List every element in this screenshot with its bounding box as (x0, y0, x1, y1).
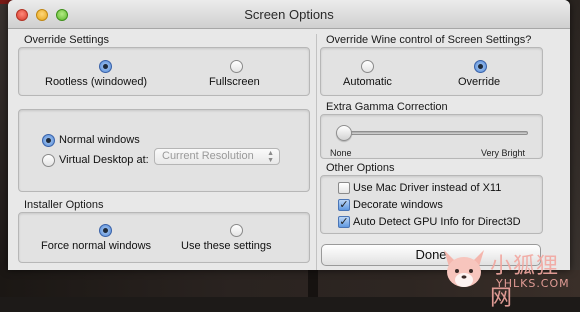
virtual-desktop-label[interactable]: Virtual Desktop at: (59, 154, 149, 166)
override-wine-label: Override Wine control of Screen Settings… (326, 34, 532, 46)
select-arrows-icon: ▲ ▼ (267, 150, 274, 164)
use-mac-driver-checkbox[interactable] (338, 182, 350, 194)
gamma-slider-knob[interactable] (336, 125, 352, 141)
normal-windows-radio[interactable] (42, 134, 55, 147)
override-settings-label: Override Settings (24, 34, 109, 46)
gamma-slider-track[interactable] (338, 131, 528, 135)
desktop-background (308, 270, 318, 297)
auto-detect-gpu-label[interactable]: Auto Detect GPU Info for Direct3D (353, 216, 521, 228)
fox-logo-icon (444, 250, 484, 287)
override-wine-group: Automatic Override (320, 47, 543, 96)
override-label[interactable]: Override (458, 76, 500, 88)
use-these-settings-label[interactable]: Use these settings (181, 240, 272, 252)
force-normal-windows-label[interactable]: Force normal windows (41, 240, 151, 252)
decorate-windows-label[interactable]: Decorate windows (353, 199, 443, 211)
normal-windows-label[interactable]: Normal windows (59, 134, 140, 146)
resolution-select[interactable]: Current Resolution ▲ ▼ (154, 148, 280, 165)
decorate-windows-checkbox[interactable]: ✓ (338, 199, 350, 211)
gamma-label: Extra Gamma Correction (326, 101, 448, 113)
virtual-desktop-radio[interactable] (42, 154, 55, 167)
automatic-label[interactable]: Automatic (343, 76, 392, 88)
gamma-min-label: None (330, 148, 352, 158)
rootless-radio[interactable] (99, 60, 112, 73)
automatic-radio[interactable] (361, 60, 374, 73)
fullscreen-radio[interactable] (230, 60, 243, 73)
column-divider (316, 34, 317, 270)
resolution-select-value: Current Resolution (162, 150, 254, 162)
window-title: Screen Options (244, 7, 334, 22)
installer-options-group: Force normal windows Use these settings (18, 212, 310, 263)
screen-options-window: Screen Options Override Settings Rootles… (8, 0, 570, 270)
installer-options-label: Installer Options (24, 199, 104, 211)
use-mac-driver-label[interactable]: Use Mac Driver instead of X11 (353, 182, 501, 194)
title-bar[interactable]: Screen Options (8, 0, 570, 29)
auto-detect-gpu-checkbox[interactable]: ✓ (338, 216, 350, 228)
gamma-max-label: Very Bright (481, 148, 526, 158)
other-options-label: Other Options (326, 162, 395, 174)
override-settings-group: Rootless (windowed) Fullscreen (18, 47, 310, 96)
override-radio[interactable] (474, 60, 487, 73)
watermark-subtext: YHLKS.COM (496, 277, 570, 290)
rootless-label[interactable]: Rootless (windowed) (45, 76, 147, 88)
watermark: 小狐狸网 YHLKS.COM (438, 244, 580, 311)
fullscreen-label[interactable]: Fullscreen (209, 76, 260, 88)
force-normal-windows-radio[interactable] (99, 224, 112, 237)
use-these-settings-radio[interactable] (230, 224, 243, 237)
